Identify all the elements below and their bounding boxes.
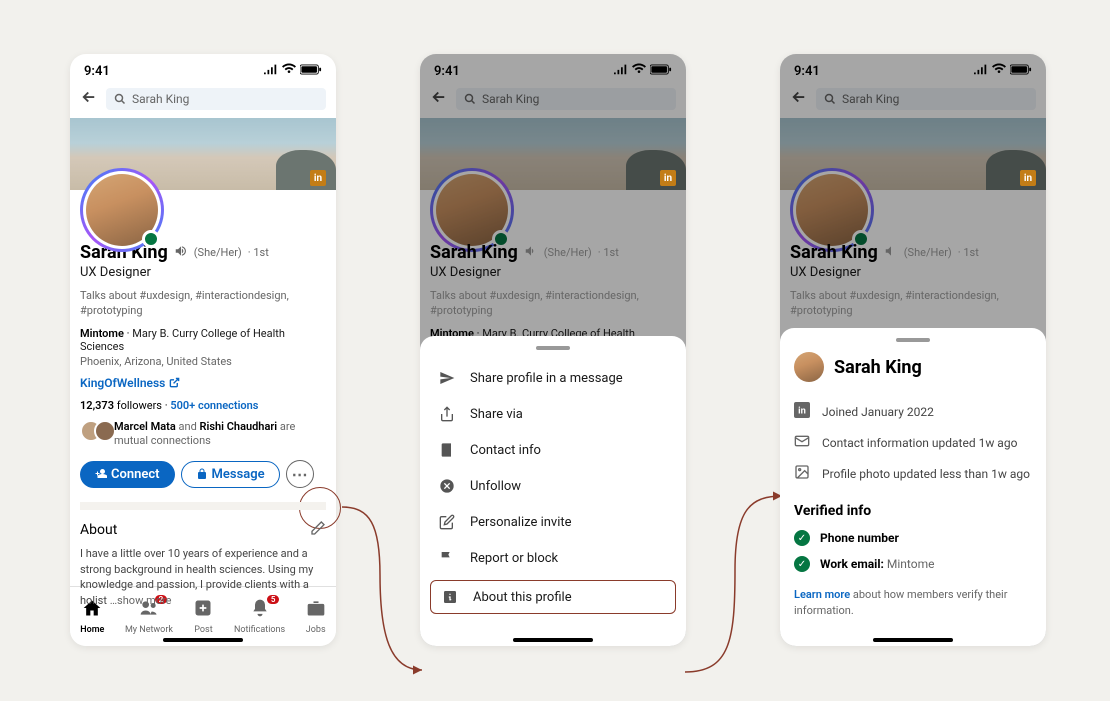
learn-more-text: Learn more about how members verify thei… [794,587,1032,618]
annotation-arrow [680,490,790,680]
signal-icon [614,62,628,80]
check-icon: ✓ [794,556,810,572]
profile-headline: UX Designer [80,265,326,280]
info-icon [441,589,459,605]
connect-button[interactable]: Connect [80,461,175,488]
info-photo-updated: Profile photo updated less than 1w ago [794,458,1032,489]
linkedin-icon: in [794,402,810,421]
learn-more-link[interactable]: Learn more [794,588,850,601]
pronouns: (She/Her) [194,246,242,259]
follower-row: 12,373 followers · 500+ connections [80,399,326,412]
verified-heading: Verified info [794,503,1032,519]
menu-report-block[interactable]: Report or block [420,540,686,576]
action-sheet: Share profile in a message Share via Con… [420,336,686,646]
menu-share-via[interactable]: Share via [420,396,686,432]
svg-text:in: in [798,406,806,417]
status-indicators [264,62,322,80]
flag-icon [438,550,456,566]
lock-icon [196,468,208,480]
home-indicator[interactable] [873,638,953,642]
avatar [94,420,116,442]
x-circle-icon [438,478,456,494]
image-icon [794,464,810,483]
back-icon[interactable] [430,88,448,110]
status-bar: 9:41 [70,54,336,84]
website-link[interactable]: KingOfWellness [80,376,180,390]
status-time: 9:41 [794,64,820,79]
ellipsis-icon: ⋯ [292,465,308,484]
connection-degree: · 1st [248,246,269,259]
external-link-icon [169,377,180,388]
pronunciation-icon[interactable] [174,243,188,262]
verified-email: ✓ Work email: Mintome [794,551,1032,577]
back-icon[interactable] [80,88,98,110]
about-heading: About [80,522,117,538]
linkedin-badge-icon: in [660,170,676,186]
status-indicators [974,62,1032,80]
phone-screen-about-profile: 9:41 Sarah King in Sarah King(She/Her)· … [780,54,1046,646]
status-bar: 9:41 [420,54,686,84]
wifi-icon [632,62,646,80]
sheet-grabber[interactable] [896,338,930,342]
profile-body: in Sarah King (She/Her) · 1st UX Designe… [70,190,336,618]
verified-phone: ✓ Phone number [794,525,1032,551]
info-contact-updated: Contact information updated 1w ago [794,427,1032,458]
edit-icon [438,514,456,530]
status-indicators [614,62,672,80]
presence-indicator [142,230,160,248]
annotation-arrow [330,485,430,685]
check-icon: ✓ [794,530,810,546]
status-time: 9:41 [84,64,110,79]
about-section: About I have a little over 10 years of e… [80,502,326,608]
back-icon[interactable] [790,88,808,110]
battery-icon [300,64,322,79]
wifi-icon [992,62,1006,80]
signal-icon [264,62,278,80]
send-icon [438,370,456,386]
edit-icon[interactable] [310,520,326,540]
linkedin-badge-icon: in [1020,170,1036,186]
talks-about: Talks about #uxdesign, #interactiondesig… [80,288,326,319]
status-bar: 9:41 [780,54,1046,84]
about-text: I have a little over 10 years of experie… [80,546,326,608]
search-icon [114,93,126,105]
message-button[interactable]: Message [181,461,280,488]
menu-personalize-invite[interactable]: Personalize invite [420,504,686,540]
battery-icon [1010,64,1032,79]
sheet-profile-name: Sarah King [834,357,922,378]
search-row: Sarah King [70,84,336,118]
status-time: 9:41 [434,64,460,79]
search-input[interactable]: Sarah King [456,88,676,110]
search-input[interactable]: Sarah King [106,88,326,110]
signal-icon [974,62,988,80]
book-icon [438,442,456,458]
menu-about-profile[interactable]: About this profile [430,580,676,614]
show-more-link[interactable]: …show more [110,594,172,607]
connections-link[interactable]: 500+ connections [170,399,258,412]
search-text: Sarah King [132,92,189,106]
battery-icon [650,64,672,79]
location: Phoenix, Arizona, United States [80,355,326,368]
phone-screen-menu: 9:41 Sarah King in Sarah King(She/Her)· … [420,54,686,646]
mutual-connections[interactable]: Marcel Mata and Rishi Chaudhari are mutu… [80,420,326,449]
search-input[interactable]: Sarah King [816,88,1036,110]
share-icon [438,406,456,422]
wifi-icon [282,62,296,80]
home-indicator[interactable] [513,638,593,642]
person-add-icon [95,468,107,480]
info-joined: in Joined January 2022 [794,396,1032,427]
menu-share-profile[interactable]: Share profile in a message [420,360,686,396]
employer-school: Mintome · Mary B. Curry College of Healt… [80,327,326,353]
mail-icon [794,433,810,452]
profile-avatar[interactable] [80,168,164,252]
linkedin-badge-icon: in [310,170,326,186]
avatar [794,352,824,382]
about-profile-sheet: Sarah King in Joined January 2022 Contac… [780,328,1046,646]
phone-screen-profile: 9:41 Sarah King in Sarah King [70,54,336,646]
more-button[interactable]: ⋯ [286,460,314,488]
menu-unfollow[interactable]: Unfollow [420,468,686,504]
home-indicator[interactable] [163,638,243,642]
sheet-grabber[interactable] [536,346,570,350]
menu-contact-info[interactable]: Contact info [420,432,686,468]
